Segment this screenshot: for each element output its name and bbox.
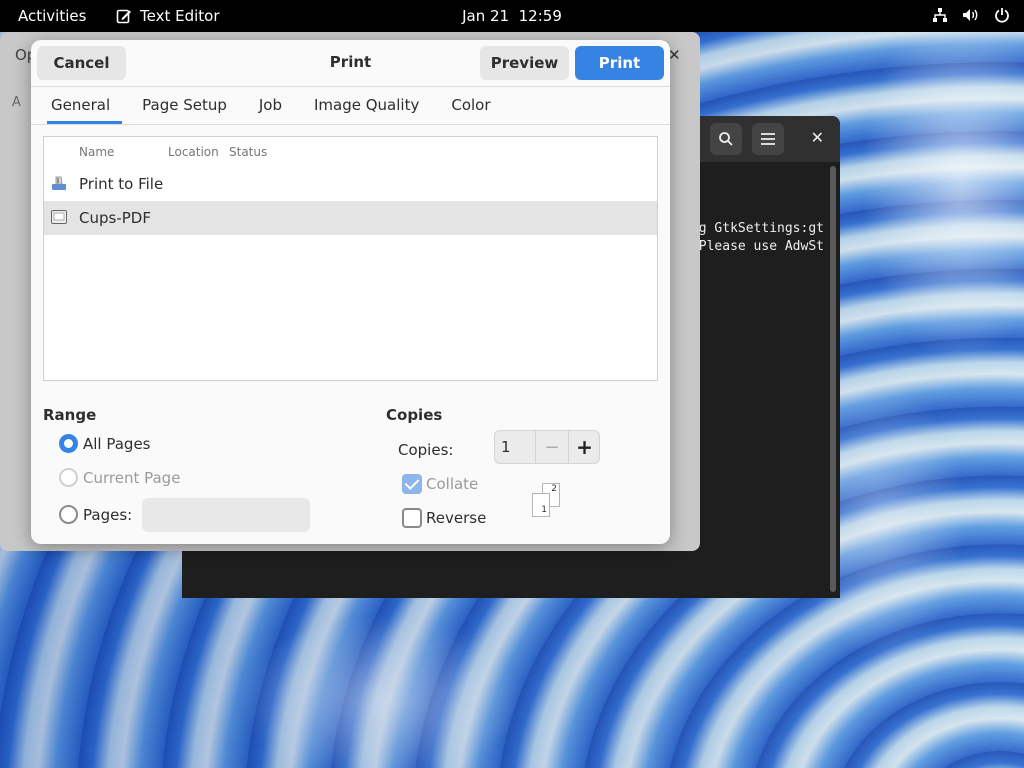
pages-radio[interactable]	[59, 505, 78, 524]
cancel-button[interactable]: Cancel	[37, 46, 126, 80]
search-icon	[719, 132, 733, 146]
all-pages-radio[interactable]	[59, 434, 78, 453]
app-name: Text Editor	[140, 7, 220, 25]
copies-stepper[interactable]: 1 − +	[494, 430, 600, 464]
all-pages-label[interactable]: All Pages	[83, 435, 151, 453]
copies-label: Copies:	[398, 441, 454, 459]
pages-label[interactable]: Pages:	[83, 506, 132, 524]
tab-bar: General Page Setup Job Image Quality Col…	[39, 87, 523, 124]
tabs-divider	[31, 124, 670, 125]
minus-icon: −	[544, 436, 560, 458]
current-page-radio	[59, 468, 78, 487]
tab-page-setup[interactable]: Page Setup	[142, 87, 227, 124]
pages-input[interactable]	[142, 498, 310, 532]
network-icon	[933, 8, 947, 22]
plus-icon: +	[576, 435, 593, 459]
tab-image-quality[interactable]: Image Quality	[314, 87, 419, 124]
app-menu-button[interactable]: Text Editor	[116, 7, 220, 25]
volume-icon	[963, 9, 978, 21]
printer-icon	[51, 210, 67, 224]
terminal-search-button[interactable]	[710, 123, 742, 155]
clock-time: 12:59	[518, 7, 562, 25]
collate-preview-icon: 2 1	[530, 483, 564, 521]
current-page-label: Current Page	[83, 469, 181, 487]
preview-button[interactable]: Preview	[480, 46, 569, 80]
close-icon: ✕	[810, 128, 824, 147]
decrement-button: −	[535, 431, 568, 463]
printer-row-print-to-file[interactable]: Print to File	[44, 167, 657, 201]
printer-name: Print to File	[79, 175, 164, 193]
copies-title: Copies	[386, 406, 443, 424]
print-dialog: Cancel Print Preview Print General Page …	[31, 40, 670, 544]
copies-value[interactable]: 1	[501, 438, 511, 456]
print-to-file-icon	[52, 176, 66, 190]
reverse-label[interactable]: Reverse	[426, 509, 486, 527]
tab-color[interactable]: Color	[451, 87, 490, 124]
terminal-close-button[interactable]: ✕	[811, 128, 824, 147]
column-header-location[interactable]: Location	[168, 145, 219, 159]
clock-date: Jan 21	[462, 7, 510, 25]
dialog-title: Print	[329, 53, 372, 71]
printer-name: Cups-PDF	[79, 209, 151, 227]
range-title: Range	[43, 406, 97, 424]
column-header-name[interactable]: Name	[79, 145, 114, 159]
reverse-checkbox[interactable]	[402, 508, 422, 528]
top-bar: Activities Text Editor Jan 21 12:59	[0, 0, 1024, 32]
clock-button[interactable]: Jan 21 12:59	[462, 7, 562, 25]
terminal-scrollbar[interactable]	[830, 166, 836, 592]
text-cursor-icon: A	[12, 95, 21, 110]
printer-row-cups-pdf[interactable]: Cups-PDF	[44, 201, 657, 235]
tab-general[interactable]: General	[46, 87, 123, 124]
collate-label[interactable]: Collate	[426, 475, 478, 493]
text-editor-icon	[116, 9, 131, 24]
terminal-menu-button[interactable]	[752, 123, 784, 155]
collate-sheet-front: 1	[532, 493, 550, 517]
printer-list[interactable]: Name Location Status Print to File Cups-…	[43, 136, 658, 381]
activities-button[interactable]: Activities	[18, 7, 86, 25]
hamburger-menu-icon	[761, 133, 775, 145]
collate-checkbox[interactable]	[402, 474, 422, 494]
increment-button[interactable]: +	[568, 431, 600, 463]
print-button[interactable]: Print	[575, 46, 664, 80]
column-header-status[interactable]: Status	[229, 145, 267, 159]
tab-job[interactable]: Job	[259, 87, 282, 124]
system-tray[interactable]	[932, 7, 1010, 23]
power-icon	[995, 8, 1009, 23]
